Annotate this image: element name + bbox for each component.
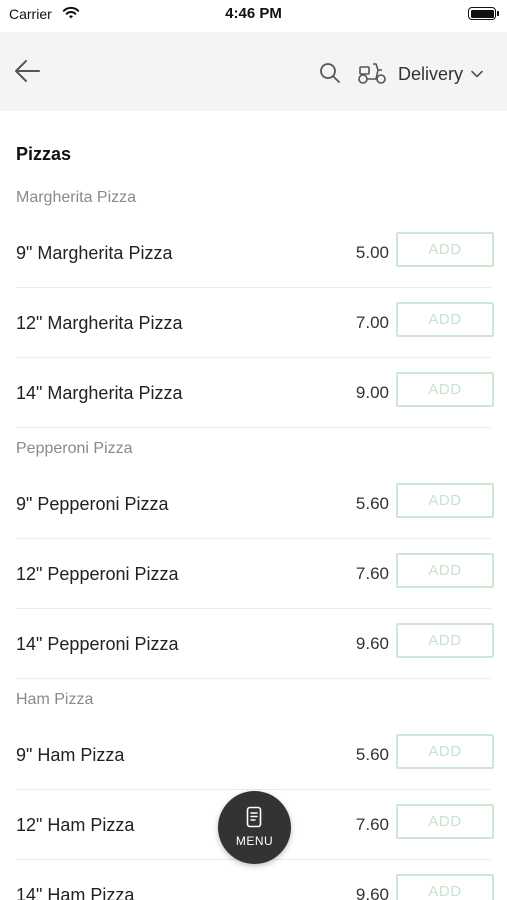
menu-fab-button[interactable]: MENU: [218, 791, 291, 864]
section-title: Pizzas: [16, 144, 72, 164]
item-price: 7.00: [355, 313, 389, 332]
item-name: 9" Pepperoni Pizza: [16, 494, 169, 514]
nav-bar: Delivery: [0, 32, 507, 111]
arrow-left-icon: [15, 60, 40, 82]
delivery-mode-dropdown[interactable]: Delivery: [398, 61, 483, 87]
add-button[interactable]: ADD: [396, 734, 494, 769]
item-name: 14" Margherita Pizza: [16, 383, 183, 403]
menu-fab-label: MENU: [235, 834, 274, 848]
delivery-mode-label: Delivery: [398, 63, 464, 84]
add-button[interactable]: ADD: [396, 232, 494, 267]
item-price: 9.60: [355, 885, 389, 900]
menu-item-row: 14" Pepperoni Pizza 9.60 ADD: [0, 609, 507, 679]
category-heading-pepperoni: Pepperoni Pizza: [16, 440, 133, 457]
item-name: 9" Margherita Pizza: [16, 243, 173, 263]
item-price: 5.60: [355, 494, 389, 513]
item-price: 5.00: [355, 243, 389, 262]
back-button[interactable]: [12, 57, 42, 85]
chevron-down-icon: [471, 70, 483, 78]
scooter-icon: [358, 63, 386, 84]
divider: [16, 427, 491, 428]
clock: 4:46 PM: [225, 5, 282, 22]
menu-item-row: 9" Margherita Pizza 5.00 ADD: [0, 218, 507, 288]
item-name: 12" Ham Pizza: [16, 815, 135, 835]
search-button[interactable]: [319, 62, 341, 84]
item-price: 7.60: [355, 564, 389, 583]
menu-item-row: 14" Ham Pizza 9.60 ADD: [0, 860, 507, 900]
item-name: 14" Ham Pizza: [16, 885, 135, 900]
add-button[interactable]: ADD: [396, 623, 494, 658]
category-heading-ham: Ham Pizza: [16, 691, 94, 708]
item-price: 7.60: [355, 815, 389, 834]
battery-icon: [468, 7, 499, 20]
add-button[interactable]: ADD: [396, 874, 494, 900]
item-price: 9.00: [355, 383, 389, 402]
menu-item-row: 14" Margherita Pizza 9.00 ADD: [0, 358, 507, 428]
item-name: 12" Margherita Pizza: [16, 313, 183, 333]
item-price: 9.60: [355, 634, 389, 653]
menu-item-row: 12" Margherita Pizza 7.00 ADD: [0, 288, 507, 358]
search-icon: [320, 63, 340, 83]
item-name: 9" Ham Pizza: [16, 745, 125, 765]
add-button[interactable]: ADD: [396, 483, 494, 518]
menu-item-row: 12" Pepperoni Pizza 7.60 ADD: [0, 539, 507, 609]
menu-item-row: 9" Ham Pizza 5.60 ADD: [0, 720, 507, 790]
menu-item-row: 9" Pepperoni Pizza 5.60 ADD: [0, 469, 507, 539]
status-bar: Carrier 4:46 PM: [0, 0, 507, 30]
add-button[interactable]: ADD: [396, 804, 494, 839]
add-button[interactable]: ADD: [396, 553, 494, 588]
category-heading-margherita: Margherita Pizza: [16, 189, 137, 206]
item-price: 5.60: [355, 745, 389, 764]
item-name: 12" Pepperoni Pizza: [16, 564, 179, 584]
menu-card-icon: [246, 806, 262, 828]
item-name: 14" Pepperoni Pizza: [16, 634, 179, 654]
divider: [16, 678, 491, 679]
add-button[interactable]: ADD: [396, 302, 494, 337]
add-button[interactable]: ADD: [396, 372, 494, 407]
